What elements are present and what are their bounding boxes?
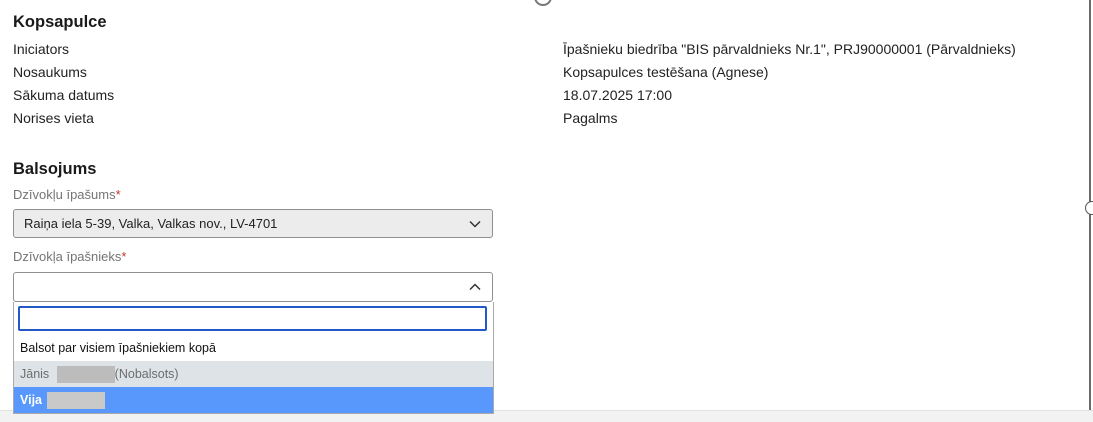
property-select[interactable]: Raiņa iela 5-39, Valka, Valkas nov., LV-… bbox=[13, 209, 493, 238]
property-select-value: Raiņa iela 5-39, Valka, Valkas nov., LV-… bbox=[24, 216, 278, 231]
owner-search-input[interactable] bbox=[18, 306, 487, 331]
redacted-surname bbox=[56, 366, 115, 384]
dropdown-option-vija[interactable]: Vija bbox=[14, 387, 493, 413]
property-field-label: Dzīvokļu īpašums* bbox=[13, 187, 121, 202]
location-value: Pagalms bbox=[563, 110, 618, 126]
option-status: (Nobalsots) bbox=[114, 367, 179, 381]
chevron-down-icon bbox=[469, 220, 481, 228]
redacted-surname bbox=[46, 392, 105, 410]
start-date-label: Sākuma datums bbox=[13, 87, 115, 103]
owner-field-label: Dzīvokļa īpašnieks* bbox=[13, 249, 126, 264]
owner-select[interactable] bbox=[13, 272, 493, 302]
meeting-section-title: Kopsapulce bbox=[13, 13, 107, 31]
name-value: Kopsapulces testēšana (Agnese) bbox=[563, 64, 769, 80]
option-label: Jānis bbox=[20, 367, 50, 381]
dropdown-option-vote-all[interactable]: Balsot par visiem īpašniekiem kopā bbox=[14, 335, 493, 361]
partial-icon-fragment bbox=[534, 0, 552, 6]
chevron-up-icon bbox=[469, 283, 481, 291]
property-label-text: Dzīvokļu īpašums bbox=[13, 187, 116, 202]
dropdown-option-janis[interactable]: Jānis (Nobalsots) bbox=[14, 361, 493, 387]
name-label: Nosaukums bbox=[13, 64, 87, 80]
initiator-value: Īpašnieku biedrība "BIS pārvaldnieks Nr.… bbox=[563, 41, 1016, 57]
required-asterisk: * bbox=[121, 249, 127, 264]
voting-section-title: Balsojums bbox=[13, 160, 97, 178]
option-label: Balsot par visiem īpašniekiem kopā bbox=[20, 341, 216, 355]
owner-label-text: Dzīvokļa īpašnieks bbox=[13, 249, 122, 264]
start-date-value: 18.07.2025 17:00 bbox=[563, 87, 672, 103]
option-label: Vija bbox=[20, 393, 43, 407]
resize-handle[interactable] bbox=[1085, 201, 1093, 215]
location-label: Norises vieta bbox=[13, 110, 94, 126]
owner-dropdown-list: Balsot par visiem īpašniekiem kopā Jānis… bbox=[13, 302, 494, 414]
required-asterisk: * bbox=[115, 187, 121, 202]
initiator-label: Iniciators bbox=[13, 41, 70, 57]
